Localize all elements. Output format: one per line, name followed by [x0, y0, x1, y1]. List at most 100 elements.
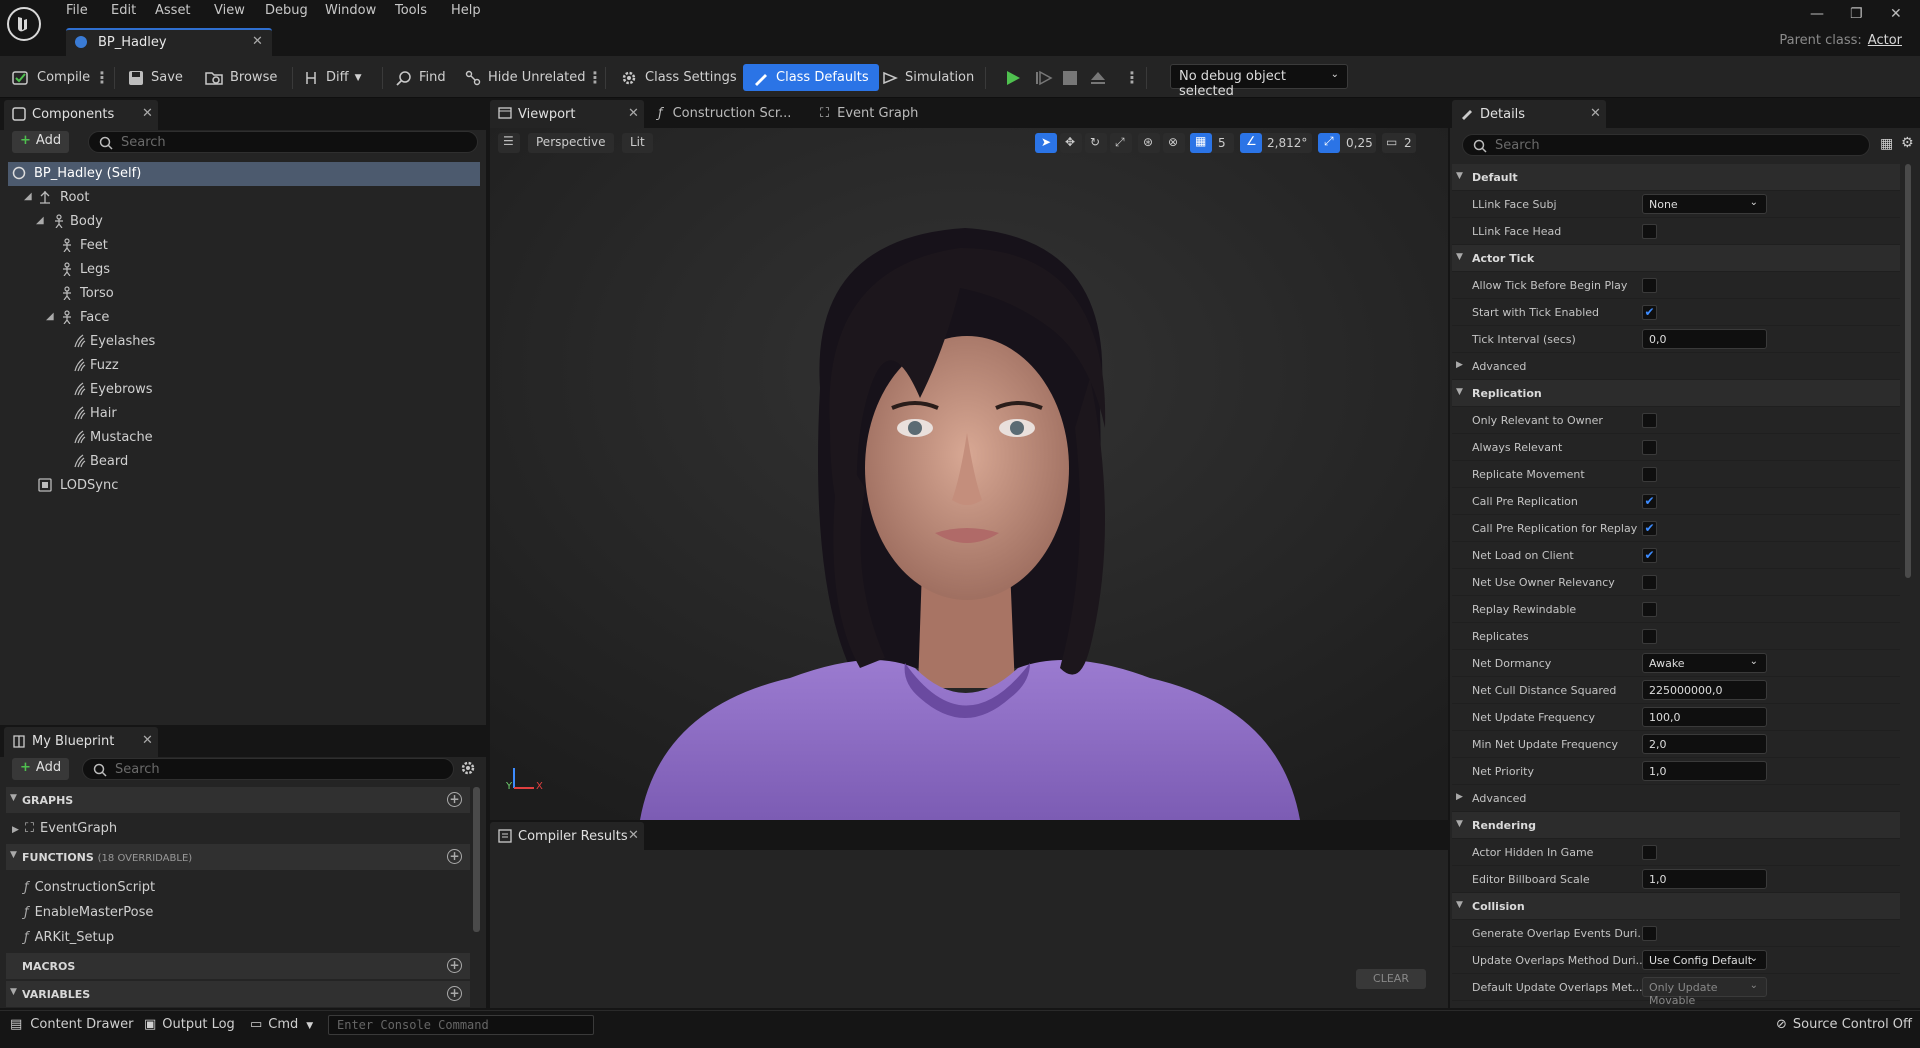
- details-category[interactable]: ▼ Actor Tick: [1452, 245, 1900, 272]
- property-checkbox[interactable]: [1642, 602, 1657, 617]
- compile-options-icon[interactable]: ⋮: [94, 64, 110, 91]
- property-number-input[interactable]: 1,0: [1642, 761, 1767, 781]
- scrollbar[interactable]: [473, 787, 480, 932]
- chevron-down-icon[interactable]: ◢: [46, 311, 54, 322]
- source-control-button[interactable]: ⊘ Source Control Off: [1776, 1017, 1912, 1032]
- add-macro-icon[interactable]: +: [447, 958, 462, 973]
- eject-button[interactable]: [1090, 64, 1106, 91]
- property-checkbox[interactable]: [1642, 845, 1657, 860]
- property-checkbox[interactable]: ✔: [1642, 521, 1657, 536]
- lit-button[interactable]: Lit: [622, 133, 653, 153]
- property-dropdown[interactable]: Awake ⌄: [1642, 653, 1767, 673]
- diff-button[interactable]: Diff ▼: [303, 64, 362, 91]
- camera-speed-control[interactable]: ▭ 2: [1382, 133, 1416, 153]
- tree-item-eyelashes[interactable]: Eyelashes: [8, 330, 480, 354]
- output-log-button[interactable]: ▣ Output Log: [144, 1017, 235, 1032]
- restore-icon[interactable]: ❐: [1850, 6, 1863, 22]
- details-advanced-expander[interactable]: ▶ Advanced: [1452, 785, 1900, 812]
- details-scrollbar[interactable]: [1905, 164, 1911, 578]
- property-number-input[interactable]: 0,0: [1642, 329, 1767, 349]
- variables-section[interactable]: ▼ VARIABLES +: [6, 981, 470, 1007]
- tree-item-root[interactable]: ◢ Root: [8, 186, 480, 210]
- details-advanced-expander[interactable]: ▶ Advanced: [1452, 353, 1900, 380]
- tab-event-graph[interactable]: ⛶ Event Graph: [820, 106, 918, 121]
- my-blueprint-search-input[interactable]: Search: [82, 758, 454, 780]
- details-category[interactable]: ▼ Replication: [1452, 380, 1900, 407]
- close-tab-icon[interactable]: ✕: [628, 106, 639, 121]
- property-checkbox[interactable]: [1642, 629, 1657, 644]
- tree-item-mustache[interactable]: Mustache: [8, 426, 480, 450]
- macros-section[interactable]: MACROS +: [6, 953, 470, 979]
- tree-item-feet[interactable]: Feet: [8, 234, 480, 258]
- hide-unrelated-button[interactable]: Hide Unrelated: [465, 64, 586, 91]
- property-checkbox[interactable]: [1642, 467, 1657, 482]
- world-local-button[interactable]: ⊛: [1138, 133, 1160, 153]
- property-dropdown[interactable]: None ⌄: [1642, 194, 1767, 214]
- tree-item-hair[interactable]: Hair: [8, 402, 480, 426]
- function-item[interactable]: ƒ EnableMasterPose: [24, 905, 153, 920]
- function-item[interactable]: ƒ ARKit_Setup: [24, 930, 114, 945]
- property-checkbox[interactable]: [1642, 926, 1657, 941]
- tree-item-fuzz[interactable]: Fuzz: [8, 354, 480, 378]
- chevron-down-icon[interactable]: ◢: [24, 191, 32, 202]
- add-member-button[interactable]: + Add: [12, 758, 70, 780]
- details-category[interactable]: ▼ Default: [1452, 164, 1900, 191]
- tab-components[interactable]: Components ✕: [4, 100, 158, 130]
- settings-gear-icon[interactable]: ⚙: [1901, 135, 1914, 151]
- perspective-button[interactable]: Perspective: [528, 133, 614, 153]
- close-tab-icon[interactable]: ✕: [142, 733, 153, 748]
- stop-button[interactable]: [1063, 64, 1077, 91]
- property-number-input[interactable]: 2,0: [1642, 734, 1767, 754]
- tab-compiler-results[interactable]: Compiler Results ✕: [490, 822, 644, 850]
- menu-view[interactable]: View: [214, 3, 245, 18]
- function-item[interactable]: ƒ ConstructionScript: [24, 880, 155, 895]
- property-checkbox[interactable]: [1642, 278, 1657, 293]
- minimize-icon[interactable]: —: [1810, 6, 1824, 22]
- property-checkbox[interactable]: [1642, 224, 1657, 239]
- property-checkbox[interactable]: ✔: [1642, 494, 1657, 509]
- property-dropdown[interactable]: Only Update Movable ⌄: [1642, 977, 1767, 1007]
- cmd-dropdown[interactable]: ▭ Cmd ▼: [250, 1017, 313, 1032]
- surface-snap-button[interactable]: ⊗: [1163, 133, 1185, 153]
- clear-button[interactable]: CLEAR: [1356, 969, 1426, 989]
- close-tab-icon[interactable]: ✕: [252, 34, 263, 49]
- details-category[interactable]: ▼ Rendering: [1452, 812, 1900, 839]
- menu-window[interactable]: Window: [325, 3, 376, 18]
- components-search-input[interactable]: Search: [88, 131, 478, 153]
- compile-button[interactable]: Compile: [12, 64, 90, 91]
- details-search-input[interactable]: Search: [1462, 134, 1870, 156]
- tree-item-torso[interactable]: Torso: [8, 282, 480, 306]
- add-variable-icon[interactable]: +: [447, 986, 462, 1001]
- property-checkbox[interactable]: [1642, 440, 1657, 455]
- menu-edit[interactable]: Edit: [111, 3, 136, 18]
- translate-mode-button[interactable]: ✥: [1060, 133, 1082, 153]
- add-function-icon[interactable]: +: [447, 849, 462, 864]
- class-settings-button[interactable]: Class Settings: [620, 64, 737, 91]
- save-button[interactable]: Save: [128, 64, 183, 91]
- select-mode-button[interactable]: ➤: [1035, 133, 1057, 153]
- menu-asset[interactable]: Asset: [155, 3, 191, 18]
- menu-help[interactable]: Help: [451, 3, 481, 18]
- property-number-input[interactable]: 225000000,0: [1642, 680, 1767, 700]
- find-button[interactable]: Find: [396, 64, 446, 91]
- tree-item-lodsync[interactable]: LODSync: [8, 474, 480, 498]
- tree-item-legs[interactable]: Legs: [8, 258, 480, 282]
- more-options-icon[interactable]: ⋮: [587, 64, 603, 91]
- property-dropdown[interactable]: Use Config Default ⌄: [1642, 950, 1767, 970]
- step-button[interactable]: [1035, 64, 1053, 91]
- property-checkbox[interactable]: [1642, 575, 1657, 590]
- rotate-mode-button[interactable]: ↻: [1085, 133, 1107, 153]
- close-window-icon[interactable]: ✕: [1890, 6, 1902, 22]
- menu-file[interactable]: File: [66, 3, 88, 18]
- functions-section[interactable]: ▼ FUNCTIONS (18 OVERRIDABLE) +: [6, 844, 470, 870]
- tree-item-eyebrows[interactable]: Eyebrows: [8, 378, 480, 402]
- close-tab-icon[interactable]: ✕: [142, 106, 153, 121]
- add-graph-icon[interactable]: +: [447, 792, 462, 807]
- chevron-down-icon[interactable]: ◢: [36, 215, 44, 226]
- menu-tools[interactable]: Tools: [395, 3, 427, 18]
- play-button[interactable]: [1005, 64, 1021, 91]
- property-number-input[interactable]: 100,0: [1642, 707, 1767, 727]
- scale-mode-button[interactable]: ⤢: [1110, 133, 1132, 153]
- grid-snap-control[interactable]: ▦ 5: [1190, 133, 1234, 153]
- console-command-input[interactable]: Enter Console Command: [328, 1015, 594, 1035]
